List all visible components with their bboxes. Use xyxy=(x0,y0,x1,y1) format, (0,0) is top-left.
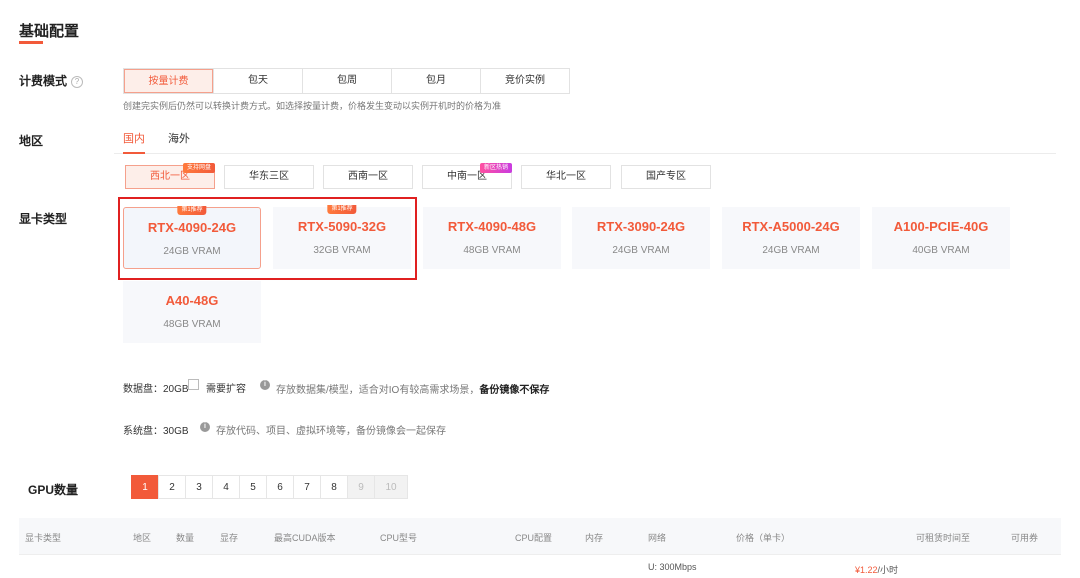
zone-badge: 新区热销 xyxy=(479,163,512,173)
gpu-type-label: 显卡类型 xyxy=(19,212,68,226)
gpu-card-name: RTX-A5000-24G xyxy=(742,219,840,234)
zone-label: 华东三区 xyxy=(249,171,289,182)
gpu-card-vram: 24GB VRAM xyxy=(762,245,820,256)
zone-north-1[interactable]: 华北一区 xyxy=(521,165,611,189)
cell-price: ¥1.22/小时 xyxy=(855,560,898,578)
billing-option-weekly[interactable]: 包周 xyxy=(302,69,391,93)
gpu-card-rtx-3090-24g[interactable]: RTX-3090-24G 24GB VRAM xyxy=(572,207,710,269)
th-memory: 内存 xyxy=(585,533,604,543)
billing-option-daily[interactable]: 包天 xyxy=(213,69,302,93)
zone-label: 国产专区 xyxy=(646,171,686,182)
zone-label: 西南一区 xyxy=(348,171,388,182)
tab-overseas[interactable]: 海外 xyxy=(168,130,190,146)
gpu-count-6[interactable]: 6 xyxy=(266,475,294,499)
zone-domestic-special[interactable]: 国产专区 xyxy=(621,165,711,189)
zone-central-south-1[interactable]: 中南一区 新区热销 xyxy=(422,163,512,189)
table-divider xyxy=(19,554,1061,555)
billing-mode-label-text: 计费模式 xyxy=(19,74,68,88)
data-disk-info-text: 存放数据集/模型，适合对IO有较高需求场景， xyxy=(276,385,480,396)
gpu-count-3[interactable]: 3 xyxy=(185,475,213,499)
expand-checkbox[interactable] xyxy=(188,379,199,390)
tab-divider xyxy=(114,153,1056,154)
gpu-card-vram: 48GB VRAM xyxy=(463,245,521,256)
gpu-card-vram: 48GB VRAM xyxy=(163,319,221,330)
gpu-count-5[interactable]: 5 xyxy=(239,475,267,499)
zone-east-3[interactable]: 华东三区 xyxy=(224,165,314,189)
tab-active-indicator xyxy=(123,152,145,154)
info-icon: i xyxy=(260,380,270,390)
gpu-count-label: GPU数量 xyxy=(28,483,79,497)
gpu-count-2[interactable]: 2 xyxy=(158,475,186,499)
th-region: 地区 xyxy=(133,533,152,543)
billing-mode-selector: 按量计费 包天 包周 包月 竞价实例 xyxy=(123,68,570,94)
gpu-card-a100-pcie-40g[interactable]: A100-PCIE-40G 40GB VRAM xyxy=(872,207,1010,269)
billing-mode-label: 计费模式? xyxy=(19,72,84,89)
data-disk-info: 存放数据集/模型，适合对IO有较高需求场景，备份镜像不保存 xyxy=(276,380,549,398)
price-value: 1.22 xyxy=(860,565,878,575)
tab-domestic[interactable]: 国内 xyxy=(123,130,145,146)
region-label: 地区 xyxy=(19,134,44,148)
gpu-card-name: RTX-3090-24G xyxy=(596,219,686,234)
section-title: 基础配置 xyxy=(19,23,80,40)
th-cpu-model: CPU型号 xyxy=(380,533,418,543)
section-title-underline xyxy=(19,41,43,44)
th-gpu-type: 显卡类型 xyxy=(25,533,62,543)
gpu-card-name: RTX-4090-48G xyxy=(447,219,537,234)
gpu-card-rtx-4090-48g[interactable]: RTX-4090-48G 48GB VRAM xyxy=(423,207,561,269)
th-cpu-config: CPU配置 xyxy=(515,533,553,543)
th-cuda: 最高CUDA版本 xyxy=(274,533,336,543)
data-disk-info-strong: 备份镜像不保存 xyxy=(479,385,550,396)
gpu-count-8[interactable]: 8 xyxy=(320,475,348,499)
gpu-card-name: A40-48G xyxy=(165,293,219,308)
info-icon: i xyxy=(200,422,210,432)
th-network: 网络 xyxy=(648,533,667,543)
th-rent-until: 可租赁时间至 xyxy=(916,533,971,543)
zone-label: 华北一区 xyxy=(546,171,586,182)
cell-network: U: 300Mbps xyxy=(648,562,697,572)
zone-badge: 支持网盘 xyxy=(182,163,215,173)
gpu-card-vram: 24GB VRAM xyxy=(612,245,670,256)
billing-hint: 创建完实例后仍然可以转换计费方式。如选择按量计费，价格发生变动以实例开机时的价格… xyxy=(123,101,502,111)
th-vram: 显存 xyxy=(220,533,239,543)
system-disk-size: 系统盘：30GB xyxy=(123,426,189,437)
gpu-count-9: 9 xyxy=(347,475,375,499)
highlight-box xyxy=(118,197,417,280)
billing-option-hourly[interactable]: 按量计费 xyxy=(124,69,213,93)
help-icon[interactable]: ? xyxy=(71,75,84,88)
expand-label: 需要扩容 xyxy=(206,384,246,395)
gpu-count-4[interactable]: 4 xyxy=(212,475,240,499)
gpu-count-10: 10 xyxy=(374,475,408,499)
zone-southwest-1[interactable]: 西南一区 xyxy=(323,165,413,189)
billing-option-monthly[interactable]: 包月 xyxy=(391,69,480,93)
gpu-count-7[interactable]: 7 xyxy=(293,475,321,499)
gpu-count-1[interactable]: 1 xyxy=(131,475,159,499)
gpu-card-vram: 40GB VRAM xyxy=(912,245,970,256)
data-disk-size: 数据盘：20GB xyxy=(123,384,189,395)
th-count: 数量 xyxy=(176,533,195,543)
th-price: 价格（单卡） xyxy=(736,533,791,543)
gpu-card-a40-48g[interactable]: A40-48G 48GB VRAM xyxy=(123,281,261,343)
gpu-card-name: A100-PCIE-40G xyxy=(893,219,989,234)
zone-northwest-1[interactable]: 西北一区 支持网盘 xyxy=(125,163,215,189)
th-coupon: 可用券 xyxy=(1011,533,1039,543)
gpu-card-rtx-a5000-24g[interactable]: RTX-A5000-24G 24GB VRAM xyxy=(722,207,860,269)
billing-option-spot[interactable]: 竞价实例 xyxy=(480,69,569,93)
system-disk-info: 存放代码、项目、虚拟环境等，备份镜像会一起保存 xyxy=(216,426,446,437)
gpu-count-selector: 1 2 3 4 5 6 7 8 9 10 xyxy=(131,475,408,499)
price-unit: /小时 xyxy=(877,565,899,575)
